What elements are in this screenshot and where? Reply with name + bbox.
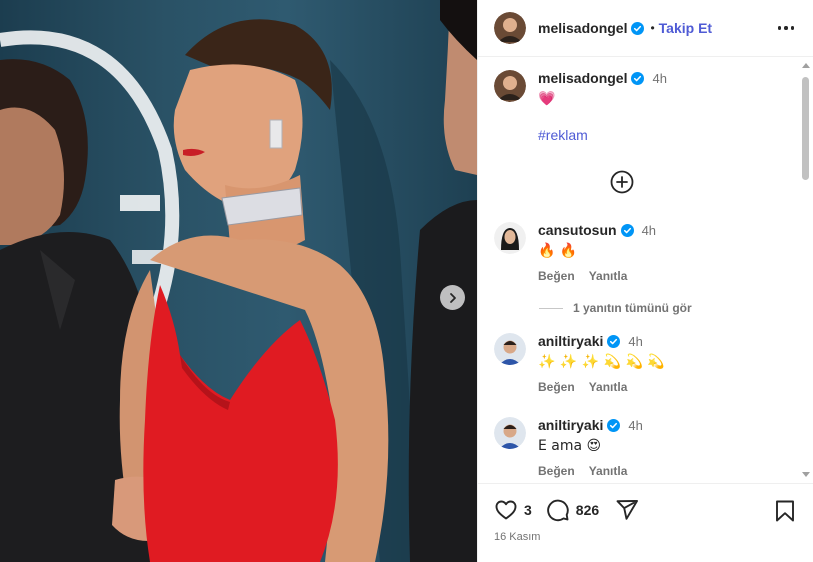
bookmark-icon [776, 500, 794, 522]
like-button[interactable]: 3 [494, 498, 532, 522]
avatar[interactable] [494, 333, 526, 365]
save-button[interactable] [774, 499, 796, 526]
avatar-image [494, 12, 526, 44]
comment-time[interactable]: 4h [642, 223, 656, 238]
header-username[interactable]: melisadongel [538, 20, 627, 36]
header-separator: • [650, 21, 655, 35]
more-icon [777, 26, 795, 30]
comment-text: ✨ ✨ ✨ 💫 💫 💫 [538, 354, 665, 370]
comment-count[interactable]: 826 [576, 502, 599, 518]
caption-text: 💗 [538, 91, 556, 107]
like-comment-button[interactable]: Beğen [538, 380, 575, 394]
avatar[interactable] [494, 70, 526, 102]
verified-icon [607, 418, 621, 432]
post-sidebar: melisadongel • Takip Et melisadongel 4h … [477, 0, 813, 562]
reply-button[interactable]: Yanıtla [589, 380, 628, 394]
chevron-right-icon [449, 292, 456, 303]
post-header: melisadongel • Takip Et [478, 0, 813, 57]
comment-username[interactable]: aniltiryaki [538, 417, 603, 433]
comment-icon [547, 499, 569, 522]
post-actions: 3 826 16 Kasım [478, 483, 813, 562]
comment-text: 🔥 🔥 [538, 243, 578, 259]
avatar[interactable] [494, 417, 526, 449]
verified-icon [631, 21, 645, 35]
view-replies-button[interactable]: 1 yanıtın tümünü gör [539, 301, 692, 315]
like-comment-button[interactable]: Beğen [538, 464, 575, 478]
share-button[interactable] [615, 498, 639, 522]
comment-time[interactable]: 4h [628, 334, 642, 349]
avatar[interactable] [494, 12, 526, 44]
avatar-image [494, 417, 526, 449]
comment-item: aniltiryaki 4h E ama 😍 Beğen Yanıtla [494, 417, 794, 478]
replies-divider [539, 307, 563, 309]
caption-username[interactable]: melisadongel [538, 70, 627, 86]
avatar[interactable] [494, 222, 526, 254]
reply-button[interactable]: Yanıtla [589, 464, 628, 478]
view-replies-label: 1 yanıtın tümünü gör [573, 301, 692, 315]
more-options-button[interactable] [776, 18, 796, 38]
verified-icon [620, 223, 634, 237]
like-count[interactable]: 3 [524, 502, 532, 518]
verified-icon [607, 334, 621, 348]
comment-text: E ama 😍 [538, 438, 602, 454]
caption-time[interactable]: 4h [652, 71, 666, 86]
follow-button[interactable]: Takip Et [659, 20, 712, 36]
avatar-image [494, 333, 526, 365]
comment-username[interactable]: aniltiryaki [538, 333, 603, 349]
comment-button[interactable]: 826 [546, 498, 599, 522]
scroll-down-icon[interactable] [802, 472, 810, 477]
add-comment-icon [610, 170, 634, 194]
comment-time[interactable]: 4h [628, 418, 642, 433]
comments-scroll-area[interactable]: melisadongel 4h 💗 #reklam cansutosun 4h … [478, 57, 813, 483]
photo-scene [0, 0, 477, 562]
post-caption: melisadongel 4h 💗 #reklam [494, 70, 794, 143]
comment-item: cansutosun 4h 🔥 🔥 Beğen Yanıtla [494, 222, 794, 283]
comments-scrollbar[interactable] [801, 60, 810, 480]
post-date[interactable]: 16 Kasım [494, 531, 540, 543]
like-comment-button[interactable]: Beğen [538, 269, 575, 283]
heart-icon [495, 500, 517, 520]
instagram-post: melisadongel • Takip Et melisadongel 4h … [0, 0, 813, 562]
comment-item: aniltiryaki 4h ✨ ✨ ✨ 💫 💫 💫 Beğen Yanıtla [494, 333, 794, 394]
reply-button[interactable]: Yanıtla [589, 269, 628, 283]
hashtag-link[interactable]: #reklam [538, 127, 588, 143]
scroll-up-icon[interactable] [802, 63, 810, 68]
post-photo[interactable] [0, 0, 477, 562]
avatar-image [494, 222, 526, 254]
share-icon [616, 500, 639, 520]
verified-icon [631, 71, 645, 85]
avatar-image [494, 70, 526, 102]
scrollbar-thumb[interactable] [802, 77, 809, 180]
comment-username[interactable]: cansutosun [538, 222, 617, 238]
next-photo-button[interactable] [440, 285, 465, 310]
load-more-comments-button[interactable] [610, 170, 634, 194]
